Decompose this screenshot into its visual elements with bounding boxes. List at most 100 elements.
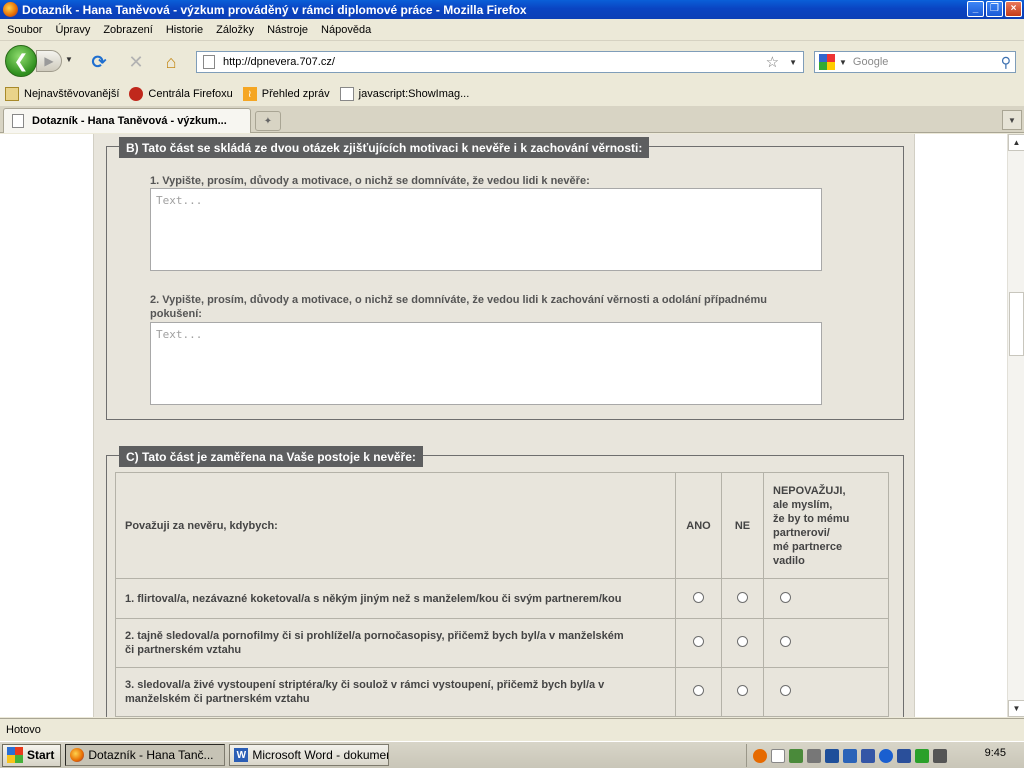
firefox-icon — [3, 2, 18, 17]
vertical-scrollbar[interactable]: ▲ ▼ — [1007, 134, 1024, 717]
forward-button[interactable]: ▶ — [36, 50, 62, 72]
url-text[interactable]: http://dpnevera.707.cz/ — [223, 56, 766, 68]
row-3-other-cell — [763, 667, 889, 717]
attitudes-table: Považuji za nevěru, kdybych: ANO NE NEPO… — [115, 472, 889, 717]
row-question-line: manželském či partnerském vztahu — [125, 693, 310, 705]
row-1-no-radio[interactable] — [737, 591, 748, 603]
firefox-icon — [70, 748, 85, 762]
menu-soubor[interactable]: Soubor — [7, 24, 42, 36]
start-button[interactable]: Start — [2, 743, 62, 767]
monitor-tray-icon[interactable] — [843, 748, 857, 763]
history-dropdown-icon[interactable]: ▼ — [65, 55, 73, 64]
minimize-button[interactable]: _ — [967, 1, 984, 17]
tab-bar: Dotazník - Hana Taněvová - výzkum... ✦ ▼ — [0, 106, 1024, 133]
section-b-fieldset: B) Tato část se skládá ze dvou otázek zj… — [106, 137, 904, 420]
new-tab-button[interactable]: ✦ — [255, 111, 281, 131]
menu-upravy[interactable]: Úpravy — [55, 24, 90, 36]
row-3-yes-cell — [675, 667, 722, 717]
firefox-tray-icon[interactable] — [753, 748, 767, 763]
menu-zobrazeni[interactable]: Zobrazení — [103, 24, 153, 36]
notes-tray-icon[interactable] — [771, 748, 785, 763]
back-button[interactable]: ❮ — [5, 45, 37, 77]
taskbar-item-label: Microsoft Word - dokument1 — [252, 748, 390, 762]
row-2-yes-cell — [675, 618, 722, 668]
header-no: NE — [721, 472, 764, 579]
question-b1-label: 1. Vypište, prosím, důvody a motivace, o… — [150, 175, 590, 187]
row-2-other-radio[interactable] — [780, 636, 791, 647]
scroll-down-arrow[interactable]: ▼ — [1008, 700, 1024, 717]
reload-icon[interactable]: ⟳ — [88, 51, 110, 73]
table-row — [115, 716, 889, 717]
row-1-other-radio[interactable] — [780, 591, 791, 603]
row-4-question — [115, 716, 676, 717]
scroll-thumb[interactable] — [1009, 292, 1024, 356]
search-engine-dropdown-icon[interactable]: ▼ — [839, 58, 847, 67]
bookmark-star-icon[interactable]: ☆ — [766, 53, 779, 71]
row-question-line: 1. flirtoval/a, nezávazné koketoval/a s … — [125, 592, 622, 605]
plus-icon: ✦ — [263, 115, 273, 127]
row-3-other-radio[interactable] — [780, 685, 791, 696]
clock: 9:45 — [984, 747, 1006, 759]
url-dropdown-icon[interactable]: ▼ — [789, 58, 797, 67]
bluetooth-tray-icon[interactable] — [879, 748, 893, 763]
computer-tray-icon[interactable] — [933, 748, 947, 763]
maximize-button[interactable]: ❐ — [986, 1, 1003, 17]
row-1-question: 1. flirtoval/a, nezávazné koketoval/a s … — [115, 578, 676, 619]
content-viewport: B) Tato část se skládá ze dvou otázek zj… — [0, 134, 1007, 717]
row-2-no-radio[interactable] — [737, 636, 748, 647]
folder-star-icon — [5, 87, 19, 101]
taskbar-item-word[interactable]: W Microsoft Word - dokument1 — [229, 744, 390, 766]
answer-b2-textarea[interactable]: Text... — [150, 322, 822, 405]
search-input[interactable]: Google — [853, 56, 1001, 68]
menu-napoveda[interactable]: Nápověda — [321, 24, 371, 36]
answer-b1-textarea[interactable]: Text... — [150, 188, 822, 271]
menu-nastroje[interactable]: Nástroje — [267, 24, 308, 36]
bookmark-javascript[interactable]: javascript:ShowImag... — [339, 87, 470, 101]
bookmark-label: javascript:ShowImag... — [358, 88, 470, 100]
home-icon[interactable]: ⌂ — [160, 51, 182, 73]
start-label: Start — [27, 748, 55, 762]
row-2-yes-radio[interactable] — [693, 636, 704, 647]
row-1-yes-radio[interactable] — [693, 591, 704, 603]
url-bar[interactable]: http://dpnevera.707.cz/ ☆ ▼ — [196, 51, 804, 73]
language-tray-icon[interactable] — [861, 748, 875, 763]
row-3-yes-radio[interactable] — [693, 685, 704, 696]
scroll-up-arrow[interactable]: ▲ — [1008, 134, 1024, 151]
header-other-line: mé partnerce — [773, 540, 843, 553]
question-b2-line1: 2. Vypište, prosím, důvody a motivace, o… — [150, 294, 767, 306]
close-button[interactable]: × — [1005, 1, 1022, 17]
tab-label: Dotazník - Hana Taněvová - výzkum... — [32, 115, 227, 127]
chevron-up-icon: ▲ — [1012, 138, 1021, 147]
stop-icon[interactable]: ✕ — [125, 51, 147, 73]
menu-historie[interactable]: Historie — [166, 24, 203, 36]
google-icon[interactable] — [819, 54, 835, 70]
row-4-other-cell — [763, 716, 889, 717]
bookmark-prehled-zprav[interactable]: ≀ Přehled zpráv — [242, 87, 330, 101]
arrow-right-icon: ▶ — [44, 54, 54, 68]
bookmark-label: Přehled zpráv — [261, 88, 330, 100]
question-b2-label: 2. Vypište, prosím, důvody a motivace, o… — [150, 293, 767, 321]
network-tray-icon[interactable] — [825, 748, 839, 763]
header-yes: ANO — [675, 472, 722, 579]
row-3-no-radio[interactable] — [737, 685, 748, 696]
search-icon[interactable]: ⚲ — [1001, 54, 1011, 71]
system-tray — [746, 744, 1024, 767]
tab-dotaznik[interactable]: Dotazník - Hana Taněvová - výzkum... — [3, 108, 251, 133]
header-other-line: partnerovi/ — [773, 526, 830, 539]
page-icon — [12, 114, 24, 128]
volume-tray-icon[interactable] — [807, 748, 821, 763]
status-bar: Hotovo — [0, 718, 1024, 740]
play-tray-icon[interactable] — [915, 748, 929, 763]
menu-zalozky[interactable]: Záložky — [216, 24, 254, 36]
shield-tray-icon[interactable] — [897, 748, 911, 763]
page-icon — [203, 55, 215, 69]
bookmark-nejnavstevovanejsi[interactable]: Nejnavštěvovanější — [5, 87, 119, 101]
taskbar-item-firefox[interactable]: Dotazník - Hana Tanč... — [65, 744, 226, 766]
search-box[interactable]: ▼ Google ⚲ — [814, 51, 1016, 73]
arrow-left-icon: ❮ — [13, 50, 29, 71]
header-other-line: že by to mému — [773, 512, 850, 525]
row-question-line: či partnerském vztahu — [125, 644, 242, 656]
bookmark-centrala-firefoxu[interactable]: Centrála Firefoxu — [129, 87, 233, 101]
tab-list-button[interactable]: ▼ — [1002, 110, 1022, 130]
tool-tray-icon[interactable] — [789, 748, 803, 763]
